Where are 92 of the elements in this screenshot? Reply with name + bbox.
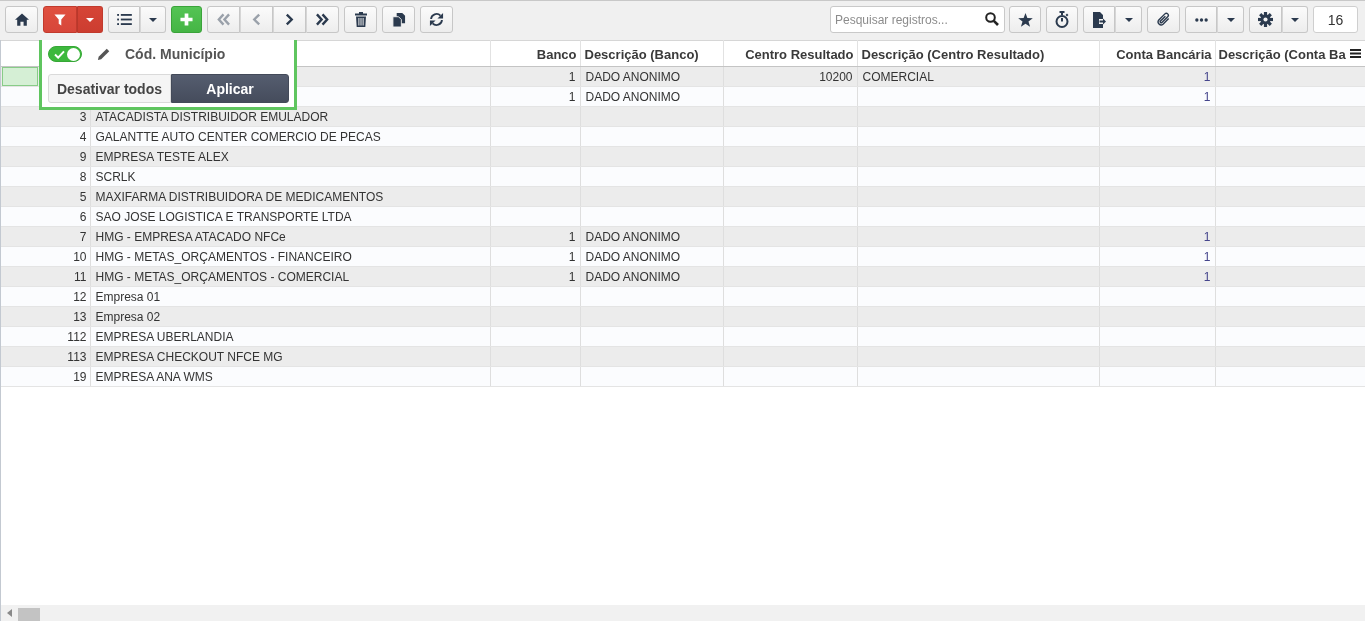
plus-icon: [180, 13, 193, 26]
add-button[interactable]: [171, 6, 202, 33]
table-cell: 5: [1, 186, 90, 207]
more-button[interactable]: [1185, 6, 1217, 33]
table-cell: 9: [1, 146, 90, 167]
home-button[interactable]: [5, 6, 38, 33]
table-cell: 19: [1, 366, 90, 387]
next-page-button[interactable]: [273, 6, 306, 33]
filter-field-label: Cód. Município: [125, 46, 226, 62]
table-cell: EMPRESA ANA WMS: [90, 366, 490, 387]
scroll-left-icon[interactable]: [7, 609, 12, 617]
ellipsis-icon: [1194, 17, 1208, 22]
table-row[interactable]: 9 EMPRESA TESTE ALEX: [1, 146, 1365, 167]
table-cell: EMPRESA UBERLANDIA: [90, 326, 490, 347]
caret-icon: [1124, 17, 1133, 22]
caret-icon: [149, 17, 157, 22]
table-row[interactable]: 12 Empresa 01: [1, 286, 1365, 307]
table-cell: 6: [1, 206, 90, 227]
copy-button[interactable]: [382, 6, 415, 33]
refresh-icon: [429, 12, 444, 27]
caret-icon: [86, 17, 94, 22]
horizontal-scrollbar[interactable]: [0, 605, 1365, 621]
table-cell: SCRLK: [90, 166, 490, 187]
table-row[interactable]: 10 HMG - METAS_ORÇAMENTOS - FINANCEIRO 1 DADO ANONIMO 1: [1, 246, 1365, 267]
settings-button[interactable]: [1249, 6, 1282, 33]
list-view-button[interactable]: [108, 6, 140, 33]
table-row[interactable]: 11 HMG - METAS_ORÇAMENTOS - COMERCIAL 1 DADO ANONIMO 1: [1, 266, 1365, 287]
search-icon[interactable]: [985, 12, 999, 26]
apply-button[interactable]: Aplicar: [171, 74, 289, 103]
table-cell: 4: [1, 126, 90, 147]
last-page-button[interactable]: [306, 6, 339, 33]
table-row[interactable]: 3 ATACADISTA DISTRIBUIDOR EMULADOR: [1, 106, 1365, 127]
table-row[interactable]: 13 Empresa 02: [1, 306, 1365, 327]
table-cell: 12: [1, 286, 90, 307]
table-row[interactable]: 112 EMPRESA UBERLANDIA: [1, 326, 1365, 347]
table-cell: 112: [1, 326, 90, 347]
chevron-right-icon: [285, 13, 294, 26]
chevron-left-icon: [252, 13, 261, 26]
settings-icon: [1258, 12, 1273, 27]
caret-icon: [1226, 17, 1235, 22]
trash-icon: [354, 12, 367, 27]
table-row[interactable]: 8 SCRLK: [1, 166, 1365, 187]
star-icon: [1017, 12, 1033, 27]
table-cell: 7: [1, 226, 90, 247]
table-row[interactable]: 6 SAO JOSE LOGISTICA E TRANSPORTE LTDA: [1, 206, 1365, 227]
caret-icon: [1291, 17, 1299, 22]
favorite-button[interactable]: [1009, 6, 1041, 33]
timer-button[interactable]: [1046, 6, 1078, 33]
table-cell: HMG - METAS_ORÇAMENTOS - FINANCEIRO: [90, 246, 490, 267]
filter-dropdown-button[interactable]: [77, 6, 103, 33]
table-cell: 113: [1, 346, 90, 367]
scrollbar-thumb[interactable]: [18, 608, 40, 621]
filter-icon: [54, 13, 66, 26]
home-icon: [14, 13, 29, 26]
table-cell: HMG - EMPRESA ATACADO NFCe: [90, 226, 490, 247]
table-cell: EMPRESA CHECKOUT NFCE MG: [90, 346, 490, 367]
table-cell: 11: [1, 266, 90, 287]
attach-button[interactable]: [1147, 6, 1180, 33]
table-row[interactable]: 113 EMPRESA CHECKOUT NFCE MG: [1, 346, 1365, 367]
menu-icon[interactable]: [1349, 49, 1361, 58]
search-field[interactable]: Pesquisar registros...: [830, 6, 1005, 33]
refresh-button[interactable]: [420, 6, 453, 33]
disable-all-button[interactable]: Desativar todos: [48, 74, 171, 103]
table-cell: GALANTTE AUTO CENTER COMERCIO DE PECAS: [90, 126, 490, 147]
table-cell: HMG - METAS_ORÇAMENTOS - COMERCIAL: [90, 266, 490, 287]
paperclip-icon: [1156, 12, 1171, 27]
document-arrow-icon: [1092, 11, 1106, 28]
table-cell: SAO JOSE LOGISTICA E TRANSPORTE LTDA: [90, 206, 490, 227]
table-row[interactable]: 7 HMG - EMPRESA ATACADO NFCe 1 DADO ANONIMO 1: [1, 226, 1365, 247]
record-count: 16: [1313, 6, 1358, 33]
table-row[interactable]: 5 MAXIFARMA DISTRIBUIDORA DE MEDICAMENTOS: [1, 186, 1365, 207]
toggle-switch[interactable]: [48, 46, 82, 62]
copy-icon: [391, 12, 406, 27]
table-cell: 8: [1, 166, 90, 187]
check-icon: [54, 49, 65, 59]
table-row[interactable]: 4 GALANTTE AUTO CENTER COMERCIO DE PECAS: [1, 126, 1365, 147]
table-cell: 10: [1, 246, 90, 267]
double-chevron-left-icon: [216, 13, 231, 26]
export-button[interactable]: [1083, 6, 1115, 33]
table-cell: Empresa 01: [90, 286, 490, 307]
pencil-icon[interactable]: [97, 47, 110, 61]
table-cell: Empresa 02: [90, 306, 490, 327]
delete-button[interactable]: [344, 6, 377, 33]
table-cell: 13: [1, 306, 90, 327]
stopwatch-icon: [1055, 11, 1069, 28]
table-row[interactable]: 19 EMPRESA ANA WMS: [1, 366, 1365, 387]
more-dropdown-button[interactable]: [1217, 6, 1244, 33]
filter-button[interactable]: [43, 6, 77, 33]
double-chevron-right-icon: [315, 13, 330, 26]
list-icon: [116, 14, 132, 25]
table-cell: EMPRESA TESTE ALEX: [90, 146, 490, 167]
table-cell: MAXIFARMA DISTRIBUIDORA DE MEDICAMENTOS: [90, 186, 490, 207]
